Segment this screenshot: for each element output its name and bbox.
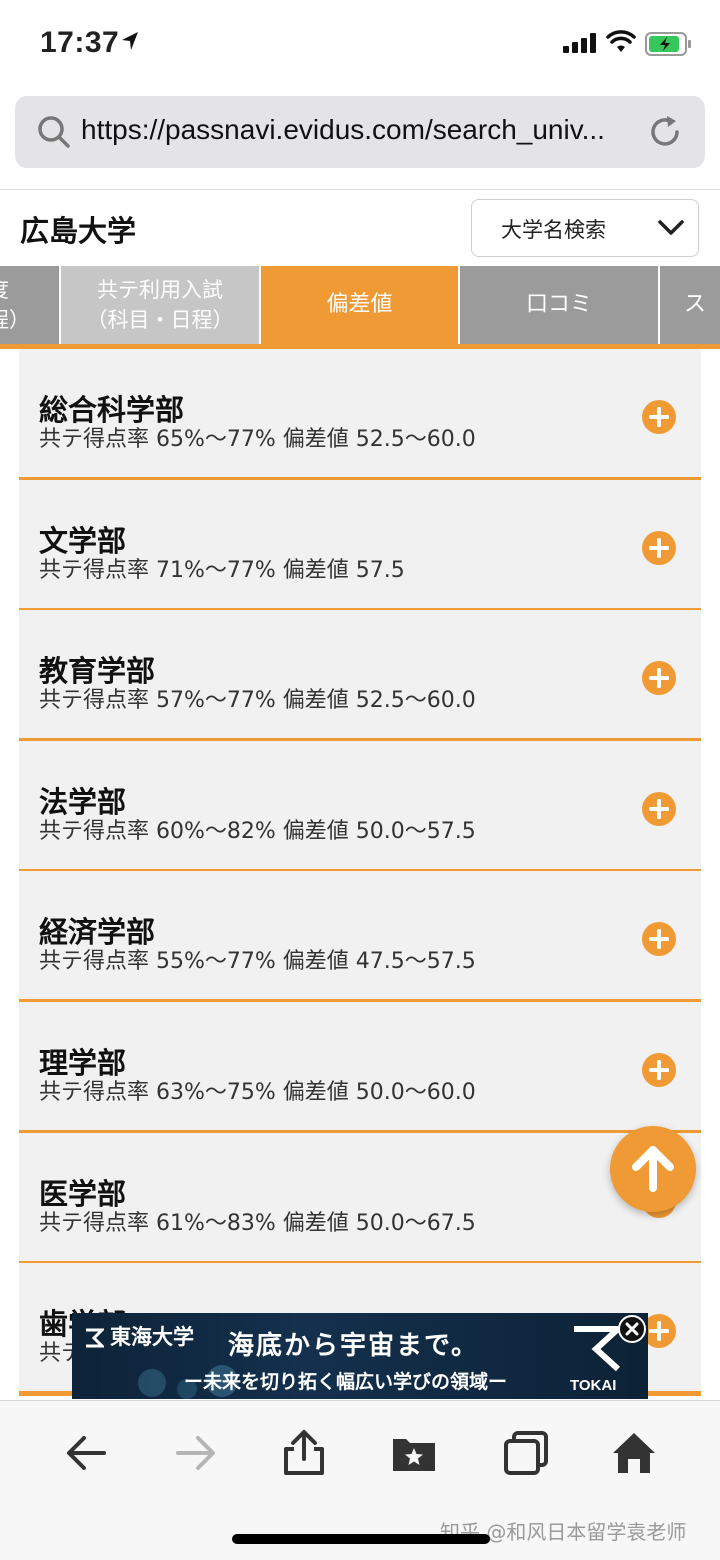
faculty-card[interactable]: 教育学部 共テ得点率 57%〜77% 偏差値 52.5〜60.0 [19, 610, 701, 743]
university-search-dropdown[interactable]: 大学名検索 [471, 199, 699, 257]
faculty-card[interactable]: 医学部 共テ得点率 61%〜83% 偏差値 50.0〜67.5 [19, 1133, 701, 1266]
signal-icon [563, 33, 596, 53]
faculty-scores: 共テ得点率 63%〜75% 偏差値 50.0〜60.0 [39, 1080, 476, 1105]
faculty-scores: 共テ得点率 65%〜77% 偏差値 52.5〜60.0 [39, 427, 476, 452]
plus-circle-icon[interactable] [641, 660, 677, 696]
ad-logo: 東海大学 [84, 1321, 194, 1351]
faculty-card[interactable]: 法学部 共テ得点率 60%〜82% 偏差値 50.0〜57.5 [19, 741, 701, 874]
tokai-mark-icon [574, 1326, 622, 1372]
faculty-scores: 共テ得点率 55%〜77% 偏差値 47.5〜57.5 [39, 949, 476, 974]
back-icon[interactable] [62, 1429, 110, 1477]
location-arrow-icon [122, 32, 138, 50]
ad-subline: ー未来を切り拓く幅広い学びの領域ー [184, 1371, 508, 1393]
battery-icon [645, 32, 691, 56]
ad-headline: 海底から宇宙まで。 [228, 1331, 479, 1361]
tabs-icon[interactable] [502, 1429, 550, 1477]
forward-icon[interactable] [172, 1429, 220, 1477]
plus-circle-icon[interactable] [641, 921, 677, 957]
close-icon [625, 1322, 639, 1336]
faculty-card[interactable]: 理学部 共テ得点率 63%〜75% 偏差値 50.0〜60.0 [19, 1002, 701, 1135]
share-icon[interactable] [280, 1429, 328, 1477]
tab-kyote[interactable]: 共テ利用入試 （科目・日程） [61, 266, 259, 344]
faculty-scores: 共テ得点率 60%〜82% 偏差値 50.0〜57.5 [39, 819, 476, 844]
plus-circle-icon[interactable] [641, 791, 677, 827]
url-text[interactable]: https://passnavi.evidus.com/search_univ.… [81, 114, 605, 146]
dropdown-label: 大学名検索 [501, 218, 606, 242]
bookmarks-icon[interactable] [390, 1429, 438, 1477]
search-icon [38, 116, 70, 148]
reload-icon[interactable] [649, 114, 683, 150]
arrow-up-icon [632, 1146, 674, 1192]
chevron-down-icon [658, 220, 684, 235]
faculty-card[interactable]: 文学部 共テ得点率 71%〜77% 偏差値 57.5 [19, 480, 701, 613]
tab-reviews[interactable]: 口コミ [460, 266, 658, 344]
faculty-card[interactable]: 総合科学部 共テ得点率 65%〜77% 偏差値 52.5〜60.0 [19, 349, 701, 482]
scroll-to-top-button[interactable] [610, 1126, 696, 1212]
ad-close-button[interactable] [618, 1315, 646, 1343]
ad-banner[interactable]: 東海大学 海底から宇宙まで。 ー未来を切り拓く幅広い学びの領域ー TOKAI [72, 1313, 648, 1399]
home-indicator [232, 1534, 490, 1544]
ad-brand: TOKAI [570, 1377, 617, 1394]
faculty-card[interactable]: 経済学部 共テ得点率 55%〜77% 偏差値 47.5〜57.5 [19, 871, 701, 1004]
tab-hensachi[interactable]: 偏差値 [261, 266, 458, 344]
plus-circle-icon[interactable] [641, 1052, 677, 1088]
tab-next[interactable]: ス [660, 266, 720, 344]
status-bar: 17:37 [0, 0, 720, 90]
wifi-icon [606, 30, 636, 52]
plus-circle-icon[interactable] [641, 399, 677, 435]
address-bar[interactable]: https://passnavi.evidus.com/search_univ.… [15, 96, 705, 168]
tab-bar: 度 程） 共テ利用入試 （科目・日程） 偏差値 口コミ ス [0, 266, 720, 344]
tokai-logo-icon [86, 1328, 104, 1348]
faculty-scores: 共テ得点率 57%〜77% 偏差値 52.5〜60.0 [39, 688, 476, 713]
page-title: 広島大学 [20, 214, 137, 248]
divider [0, 189, 720, 190]
faculty-scores: 共テ得点率 61%〜83% 偏差値 50.0〜67.5 [39, 1211, 476, 1236]
tab-previous[interactable]: 度 程） [0, 266, 59, 344]
plus-circle-icon[interactable] [641, 530, 677, 566]
faculty-scores: 共テ得点率 71%〜77% 偏差値 57.5 [39, 558, 405, 583]
home-icon[interactable] [610, 1429, 658, 1477]
status-time: 17:37 [40, 26, 120, 59]
